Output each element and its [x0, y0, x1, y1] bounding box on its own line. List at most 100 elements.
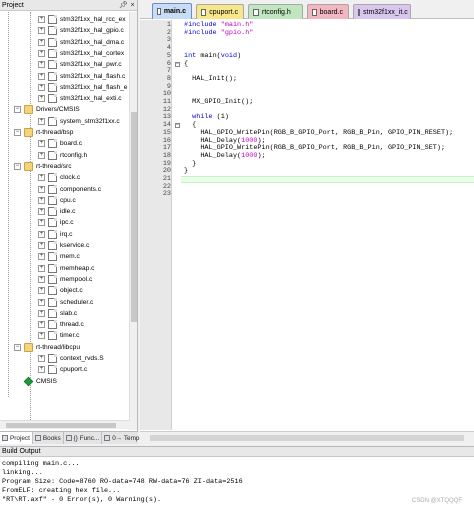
expand-toggle-icon[interactable]: + [38, 298, 45, 306]
expand-toggle-icon[interactable]: + [38, 208, 45, 216]
fold-toggle-icon[interactable]: − [175, 61, 180, 67]
tree-file-item[interactable]: + scheduler.c [38, 297, 93, 308]
expand-toggle-icon[interactable]: + [38, 264, 45, 272]
code-line[interactable]: #include "gpio.h" [184, 29, 253, 37]
editor-tab-stm32f1xx-it-c[interactable]: stm32f1xx_it.c [353, 4, 411, 19]
collapse-toggle-icon[interactable]: − [14, 343, 21, 351]
tree-file-item[interactable]: + stm32f1xx_hal_gpio.c [38, 25, 124, 36]
tree-folder-item[interactable]: − rt-thread/bsp [14, 127, 73, 138]
tree-file-item[interactable]: + cpuport.c [38, 364, 87, 375]
tree-file-item[interactable]: + memheap.c [38, 263, 94, 274]
pin-icon[interactable]: 📌︎ [119, 1, 128, 9]
expand-toggle-icon[interactable]: + [38, 321, 45, 329]
tree-file-item[interactable]: + rtconfig.h [38, 150, 87, 161]
file-icon [48, 274, 57, 284]
tree-file-item[interactable]: + thread.c [38, 319, 84, 330]
expand-toggle-icon[interactable]: + [38, 27, 45, 35]
file-icon [48, 229, 57, 239]
scrollbar-thumb[interactable] [150, 435, 464, 441]
expand-toggle-icon[interactable]: + [38, 287, 45, 295]
expand-toggle-icon[interactable]: + [38, 355, 45, 362]
tree-file-item[interactable]: + stm32f1xx_hal_flash_e [38, 82, 127, 93]
expand-toggle-icon[interactable]: + [38, 16, 45, 23]
code-line[interactable]: int main(void) [184, 52, 241, 60]
expand-toggle-icon[interactable]: + [38, 366, 45, 374]
collapse-toggle-icon[interactable]: − [14, 162, 21, 170]
expand-toggle-icon[interactable]: + [38, 72, 45, 80]
expand-toggle-icon[interactable]: + [38, 49, 45, 57]
expand-toggle-icon[interactable]: + [38, 253, 45, 261]
expand-toggle-icon[interactable]: + [38, 309, 45, 317]
file-icon [48, 139, 57, 149]
expand-toggle-icon[interactable]: + [38, 230, 45, 238]
expand-toggle-icon[interactable]: + [38, 38, 45, 46]
expand-toggle-icon[interactable]: + [38, 83, 45, 91]
expand-toggle-icon[interactable]: + [38, 95, 45, 103]
code-line[interactable]: HAL_Init(); [184, 75, 237, 83]
collapse-toggle-icon[interactable]: − [14, 129, 21, 136]
tree-file-item[interactable]: CMSIS [14, 376, 57, 387]
expand-toggle-icon[interactable]: + [38, 151, 45, 159]
editor-tab-cpuport-c[interactable]: cpuport.c [196, 4, 244, 19]
tree-item-label: board.c [60, 140, 82, 148]
tree-file-item[interactable]: + context_rvds.S [38, 353, 104, 364]
code-line[interactable]: } [184, 168, 188, 175]
expand-toggle-icon[interactable]: + [38, 140, 45, 148]
editor-horizontal-scrollbar[interactable] [140, 431, 474, 444]
expand-toggle-icon[interactable]: + [38, 242, 45, 249]
collapse-toggle-icon[interactable]: − [14, 106, 21, 114]
editor-tab-bar: main.c cpuport.c rtconfig.h board.c stm32f1x… [140, 0, 474, 19]
fold-toggle-icon[interactable]: − [175, 123, 180, 129]
code-line[interactable]: HAL_Delay(1000); [184, 152, 265, 160]
expand-toggle-icon[interactable]: + [38, 332, 45, 340]
tree-file-item[interactable]: + kservice.c [38, 240, 89, 251]
tree-folder-item[interactable]: − rt-thread/src [14, 161, 72, 172]
expand-toggle-icon[interactable]: + [38, 275, 45, 283]
tree-file-item[interactable]: + mempool.c [38, 274, 92, 285]
code-line[interactable]: MX_GPIO_Init(); [184, 99, 253, 106]
tree-file-item[interactable]: + mem.c [38, 251, 80, 262]
tree-vertical-scrollbar[interactable] [129, 12, 137, 430]
tree-file-item[interactable]: + timer.c [38, 330, 79, 341]
tree-file-item[interactable]: + irq.c [38, 229, 72, 240]
tree-item-label: Drivers/CMSIS [36, 106, 80, 114]
tree-folder-item[interactable]: − Drivers/CMSIS [14, 104, 80, 115]
expand-toggle-icon[interactable]: + [38, 185, 45, 193]
expand-toggle-icon[interactable]: + [38, 196, 45, 204]
tree-file-item[interactable]: + ipc.c [38, 217, 74, 228]
expand-toggle-icon[interactable]: + [38, 219, 45, 227]
tree-folder-item[interactable]: − rt-thread/libcpu [14, 342, 80, 353]
tree-file-item[interactable]: + stm32f1xx_hal_flash.c [38, 71, 125, 82]
tree-file-item[interactable]: + stm32f1xx_hal_dma.c [38, 37, 124, 48]
editor-tab-rtconfig-h[interactable]: rtconfig.h [248, 4, 303, 19]
scrollbar-thumb[interactable] [6, 423, 116, 428]
tree-file-item[interactable]: + cpu.c [38, 195, 76, 206]
tree-file-item[interactable]: + stm32f1xx_hal_cortex [38, 48, 124, 59]
expand-toggle-icon[interactable]: + [38, 61, 45, 69]
tree-file-item[interactable]: + idle.c [38, 206, 75, 217]
tree-file-item[interactable]: + board.c [38, 138, 82, 149]
expand-toggle-icon[interactable]: + [38, 174, 45, 182]
panel-tab-1[interactable]: Books [33, 432, 64, 444]
panel-tab-0[interactable]: Project [0, 432, 33, 444]
panel-tab-2[interactable]: {} Func... [64, 432, 103, 444]
file-icon [48, 354, 57, 363]
tree-file-item[interactable]: + clock.c [38, 172, 80, 183]
tree-file-item[interactable]: + stm32f1xx_hal_pwr.c [38, 59, 122, 70]
tree-horizontal-scrollbar[interactable] [0, 420, 130, 429]
editor-tab-board-c[interactable]: board.c [307, 4, 349, 19]
code-line[interactable]: HAL_GPIO_WritePin(RGB_B_GPIO_Port, RGB_B… [184, 129, 453, 137]
code-line[interactable]: { [184, 60, 188, 68]
tree-file-item[interactable]: + object.c [38, 285, 83, 296]
code-area[interactable]: 1 #include "main.h" 2 #include "gpio.h" 3 4 5 i… [140, 20, 474, 430]
tree-file-item[interactable]: + system_stm32f1xx.c [38, 116, 120, 127]
tree-file-item[interactable]: + stm32f1xx_hal_rcc_ex [38, 14, 126, 25]
tree-item-label: ipc.c [60, 219, 74, 227]
close-icon[interactable]: × [128, 2, 137, 9]
scrollbar-thumb[interactable] [131, 112, 137, 322]
tree-file-item[interactable]: + components.c [38, 184, 101, 195]
tree-file-item[interactable]: + stm32f1xx_hal_exti.c [38, 93, 122, 104]
tree-file-item[interactable]: + slab.c [38, 308, 77, 319]
expand-toggle-icon[interactable]: + [38, 117, 45, 125]
editor-tab-main-c[interactable]: main.c [152, 3, 192, 19]
